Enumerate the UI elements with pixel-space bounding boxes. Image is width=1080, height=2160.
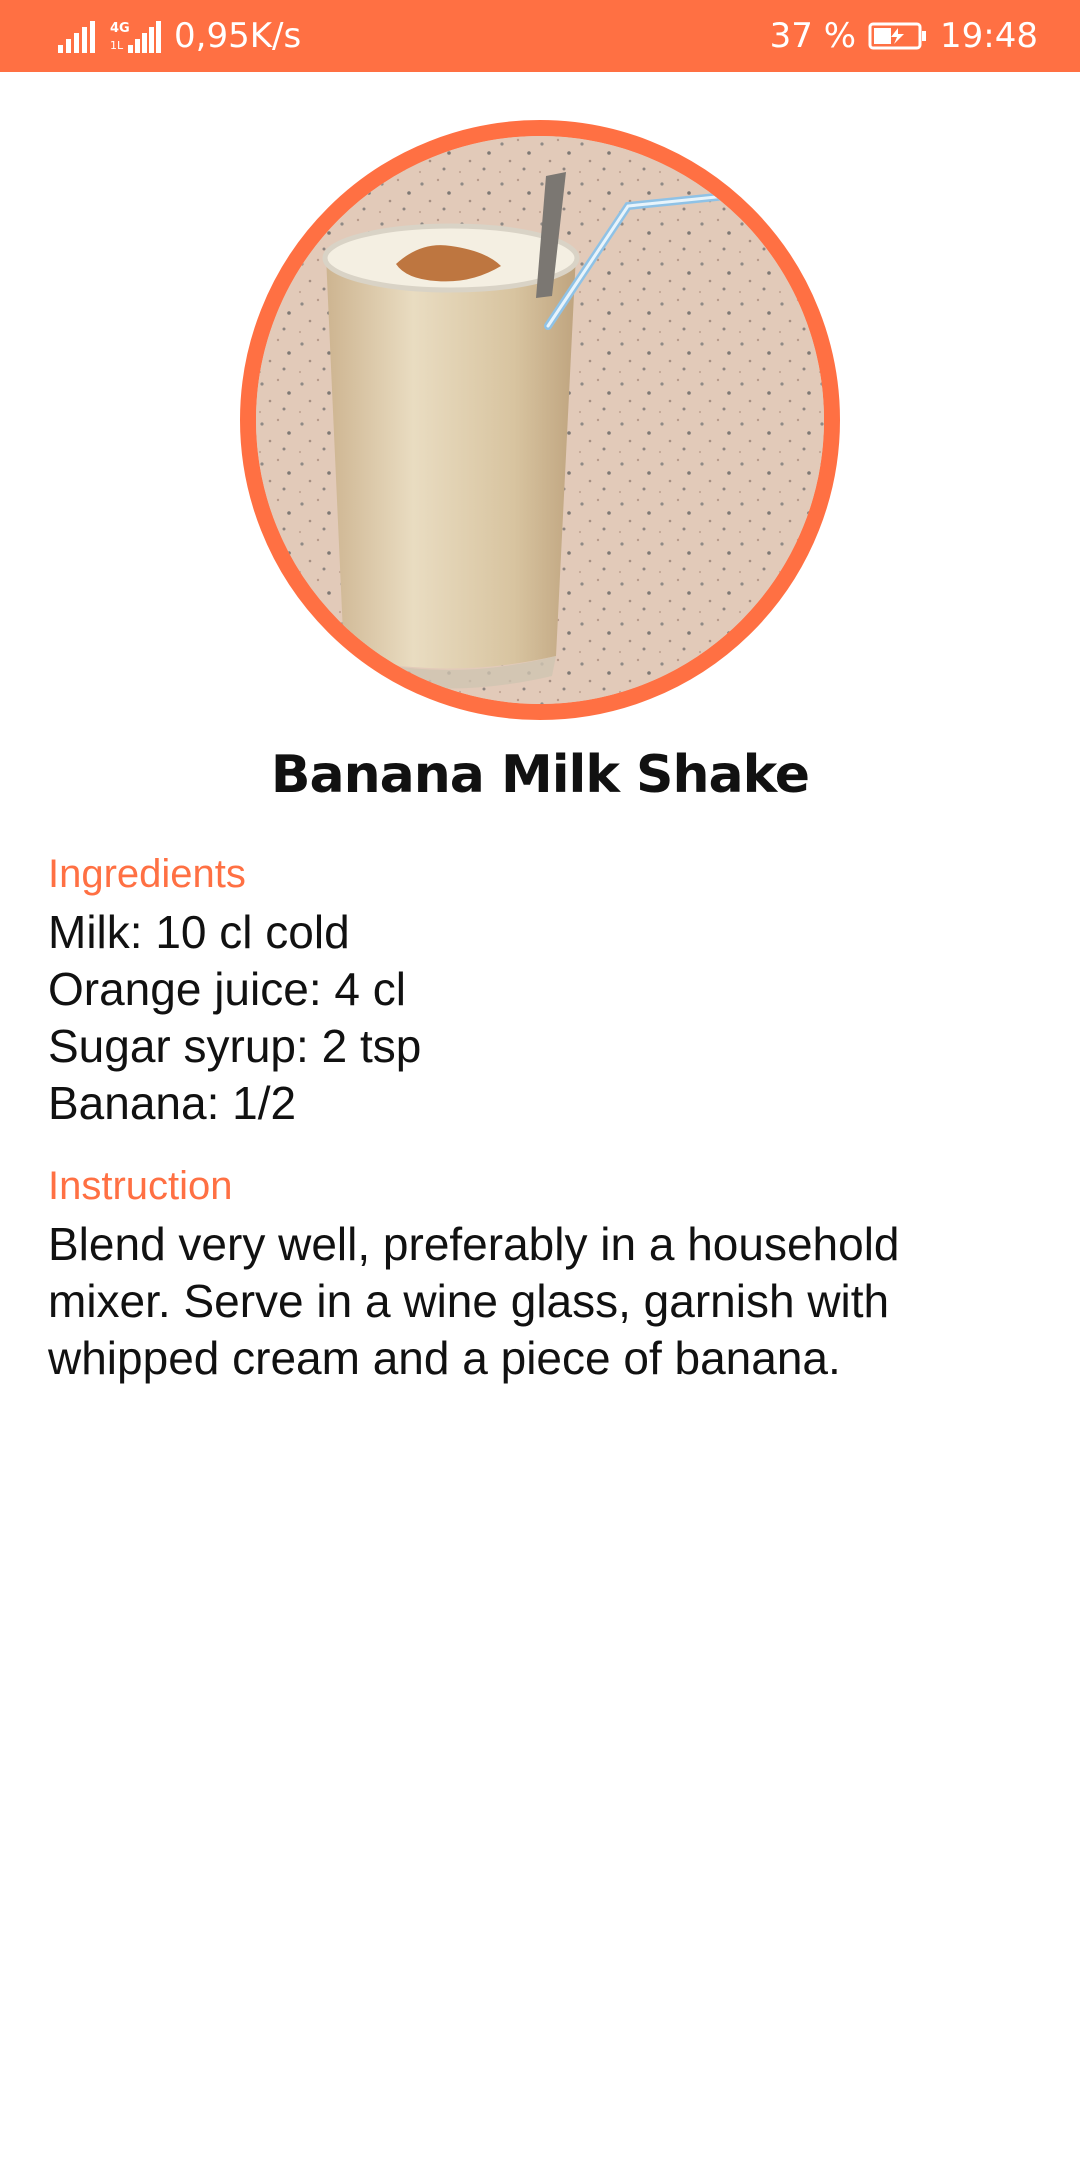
ingredient-item: Sugar syrup: 2 tsp	[48, 1020, 422, 1072]
recipe-detail-screen: 4G 1L 0,95K/s 37 % 19:48 Banana Milk Sha…	[0, 0, 1080, 2160]
instruction-text: Blend very well, preferably in a househo…	[48, 1218, 900, 1384]
status-bar-left: 4G 1L 0,95K/s	[58, 0, 301, 72]
ingredient-item: Milk: 10 cl cold	[48, 906, 350, 958]
recipe-content: Ingredients Milk: 10 cl cold Orange juic…	[48, 850, 1038, 1387]
battery-charging-icon	[868, 21, 928, 51]
instruction-heading: Instruction	[48, 1164, 233, 1208]
ingredients-list: Milk: 10 cl cold Orange juice: 4 cl Suga…	[48, 904, 1038, 1132]
status-bar: 4G 1L 0,95K/s 37 % 19:48	[0, 0, 1080, 72]
svg-text:4G: 4G	[110, 21, 130, 36]
signal-4g-icon: 4G 1L	[110, 19, 162, 53]
milkshake-photo	[240, 120, 840, 720]
status-bar-right: 37 % 19:48	[770, 0, 1038, 72]
ingredient-item: Orange juice: 4 cl	[48, 963, 406, 1015]
network-speed: 0,95K/s	[174, 16, 302, 56]
ingredient-item: Banana: 1/2	[48, 1077, 297, 1129]
svg-text:1L: 1L	[110, 39, 124, 52]
recipe-title: Banana Milk Shake	[270, 745, 810, 805]
clock: 19:48	[940, 16, 1038, 56]
battery-percent: 37 %	[769, 16, 857, 56]
ingredients-heading: Ingredients	[48, 852, 246, 896]
signal-icon	[58, 19, 98, 53]
